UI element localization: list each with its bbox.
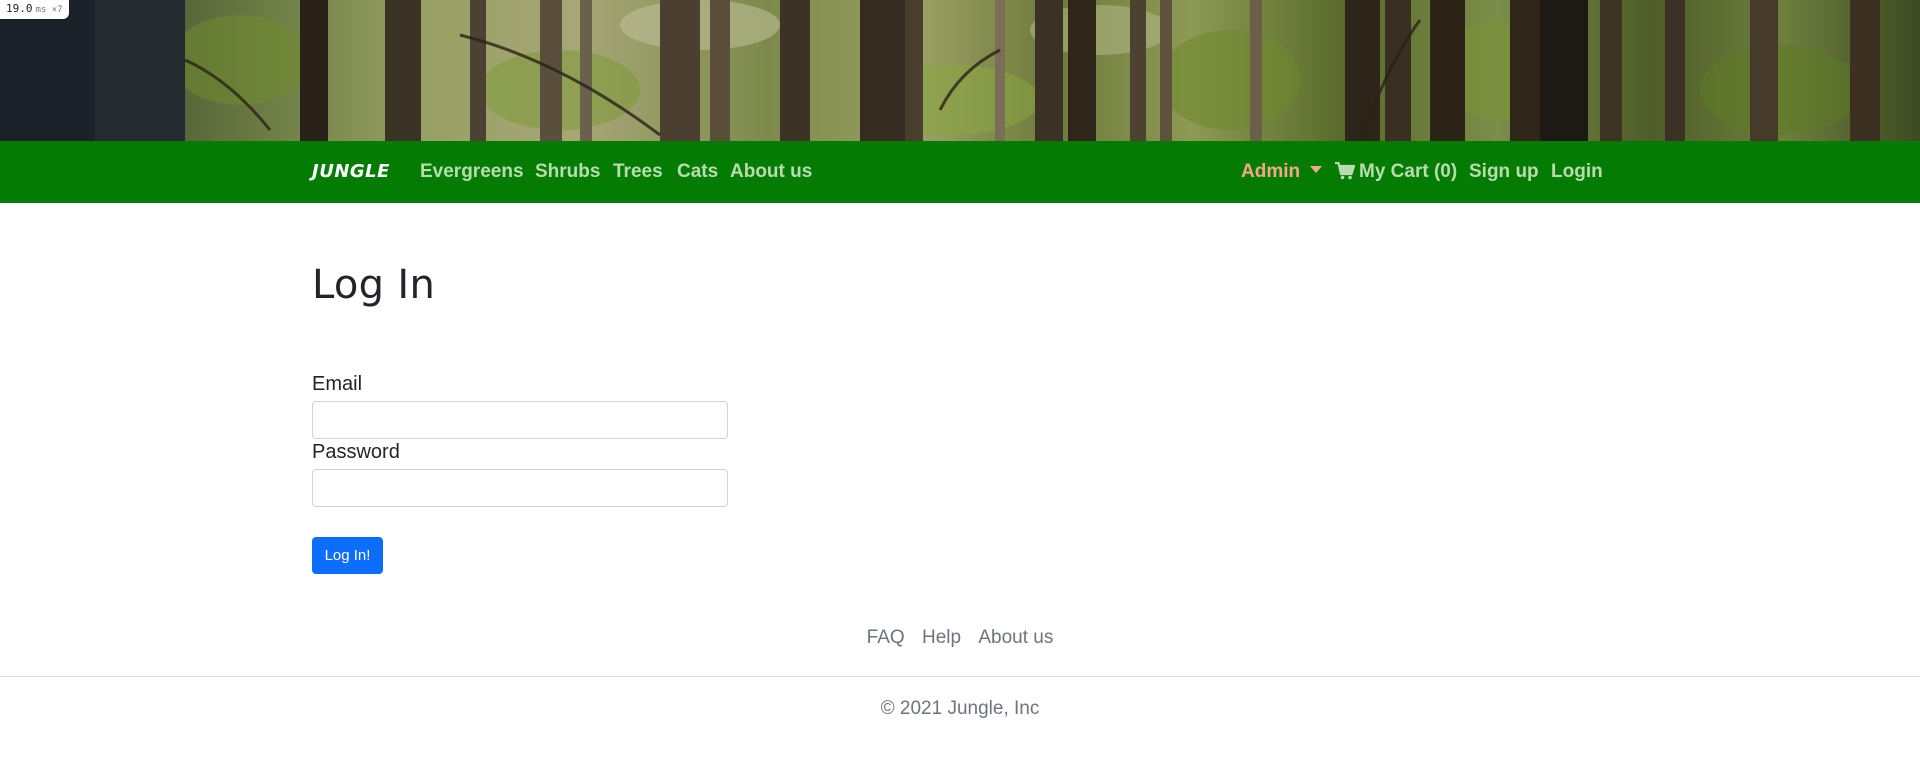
admin-dropdown-toggle[interactable]: Admin xyxy=(1241,158,1323,186)
my-cart-link[interactable]: My Cart (0) xyxy=(1335,158,1457,186)
header-banner-image xyxy=(0,0,1920,141)
footer-link-faq[interactable]: FAQ xyxy=(867,627,905,648)
forest-illustration xyxy=(0,0,1880,141)
footer-links: FAQ Help About us xyxy=(0,627,1920,649)
page-title: Log In xyxy=(312,262,436,308)
email-label: Email xyxy=(312,373,363,395)
nav-link-sign-up[interactable]: Sign up xyxy=(1469,158,1539,186)
navbar-container: JUNGLE Evergreens Shrubs Trees Cats Abou… xyxy=(312,141,1603,203)
log-in-button[interactable]: Log In! xyxy=(312,537,383,574)
password-field[interactable] xyxy=(312,469,728,507)
cart-icon xyxy=(1335,162,1355,180)
nav-link-trees[interactable]: Trees xyxy=(613,158,663,186)
perf-value: 19.0 xyxy=(6,2,33,15)
nav-link-about-us[interactable]: About us xyxy=(730,158,812,186)
nav-link-evergreens[interactable]: Evergreens xyxy=(420,158,524,186)
footer-divider xyxy=(0,676,1920,677)
email-field[interactable] xyxy=(312,401,728,439)
nav-link-cats[interactable]: Cats xyxy=(677,158,718,186)
copyright-text: © 2021 Jungle, Inc xyxy=(880,698,1040,719)
perf-unit: ms ×7 xyxy=(35,5,63,15)
brand-logo[interactable]: JUNGLE xyxy=(312,159,390,185)
cart-label: My Cart (0) xyxy=(1359,161,1458,182)
footer-link-about-us[interactable]: About us xyxy=(978,627,1053,648)
nav-link-shrubs[interactable]: Shrubs xyxy=(535,158,600,186)
footer-link-help[interactable]: Help xyxy=(922,627,961,648)
nav-link-login[interactable]: Login xyxy=(1551,158,1603,186)
caret-down-icon xyxy=(1310,166,1323,173)
password-label: Password xyxy=(312,441,400,463)
top-navbar: JUNGLE Evergreens Shrubs Trees Cats Abou… xyxy=(0,141,1920,203)
perf-badge: 19.0 ms ×7 xyxy=(0,0,69,19)
admin-label: Admin xyxy=(1241,161,1301,182)
